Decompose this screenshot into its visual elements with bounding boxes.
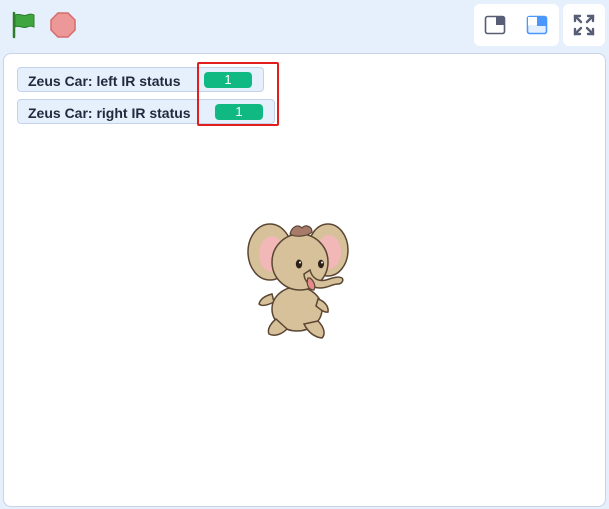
small-stage-layout-icon[interactable] bbox=[484, 14, 506, 36]
fullscreen-button[interactable] bbox=[563, 4, 605, 46]
highlight-box bbox=[197, 62, 279, 126]
monitor-label: Zeus Car: left IR status bbox=[28, 73, 181, 89]
elephant-sprite[interactable] bbox=[242, 214, 352, 344]
stop-sign-icon[interactable] bbox=[50, 12, 76, 38]
fullscreen-icon bbox=[573, 14, 595, 36]
stage[interactable]: Zeus Car: left IR status 1 Zeus Car: rig… bbox=[3, 53, 606, 507]
green-flag-icon[interactable] bbox=[10, 11, 38, 39]
large-stage-layout-icon[interactable] bbox=[526, 14, 548, 36]
stage-layout-toggle bbox=[474, 4, 559, 46]
monitor-label: Zeus Car: right IR status bbox=[28, 105, 191, 121]
stage-toolbar bbox=[0, 0, 609, 50]
